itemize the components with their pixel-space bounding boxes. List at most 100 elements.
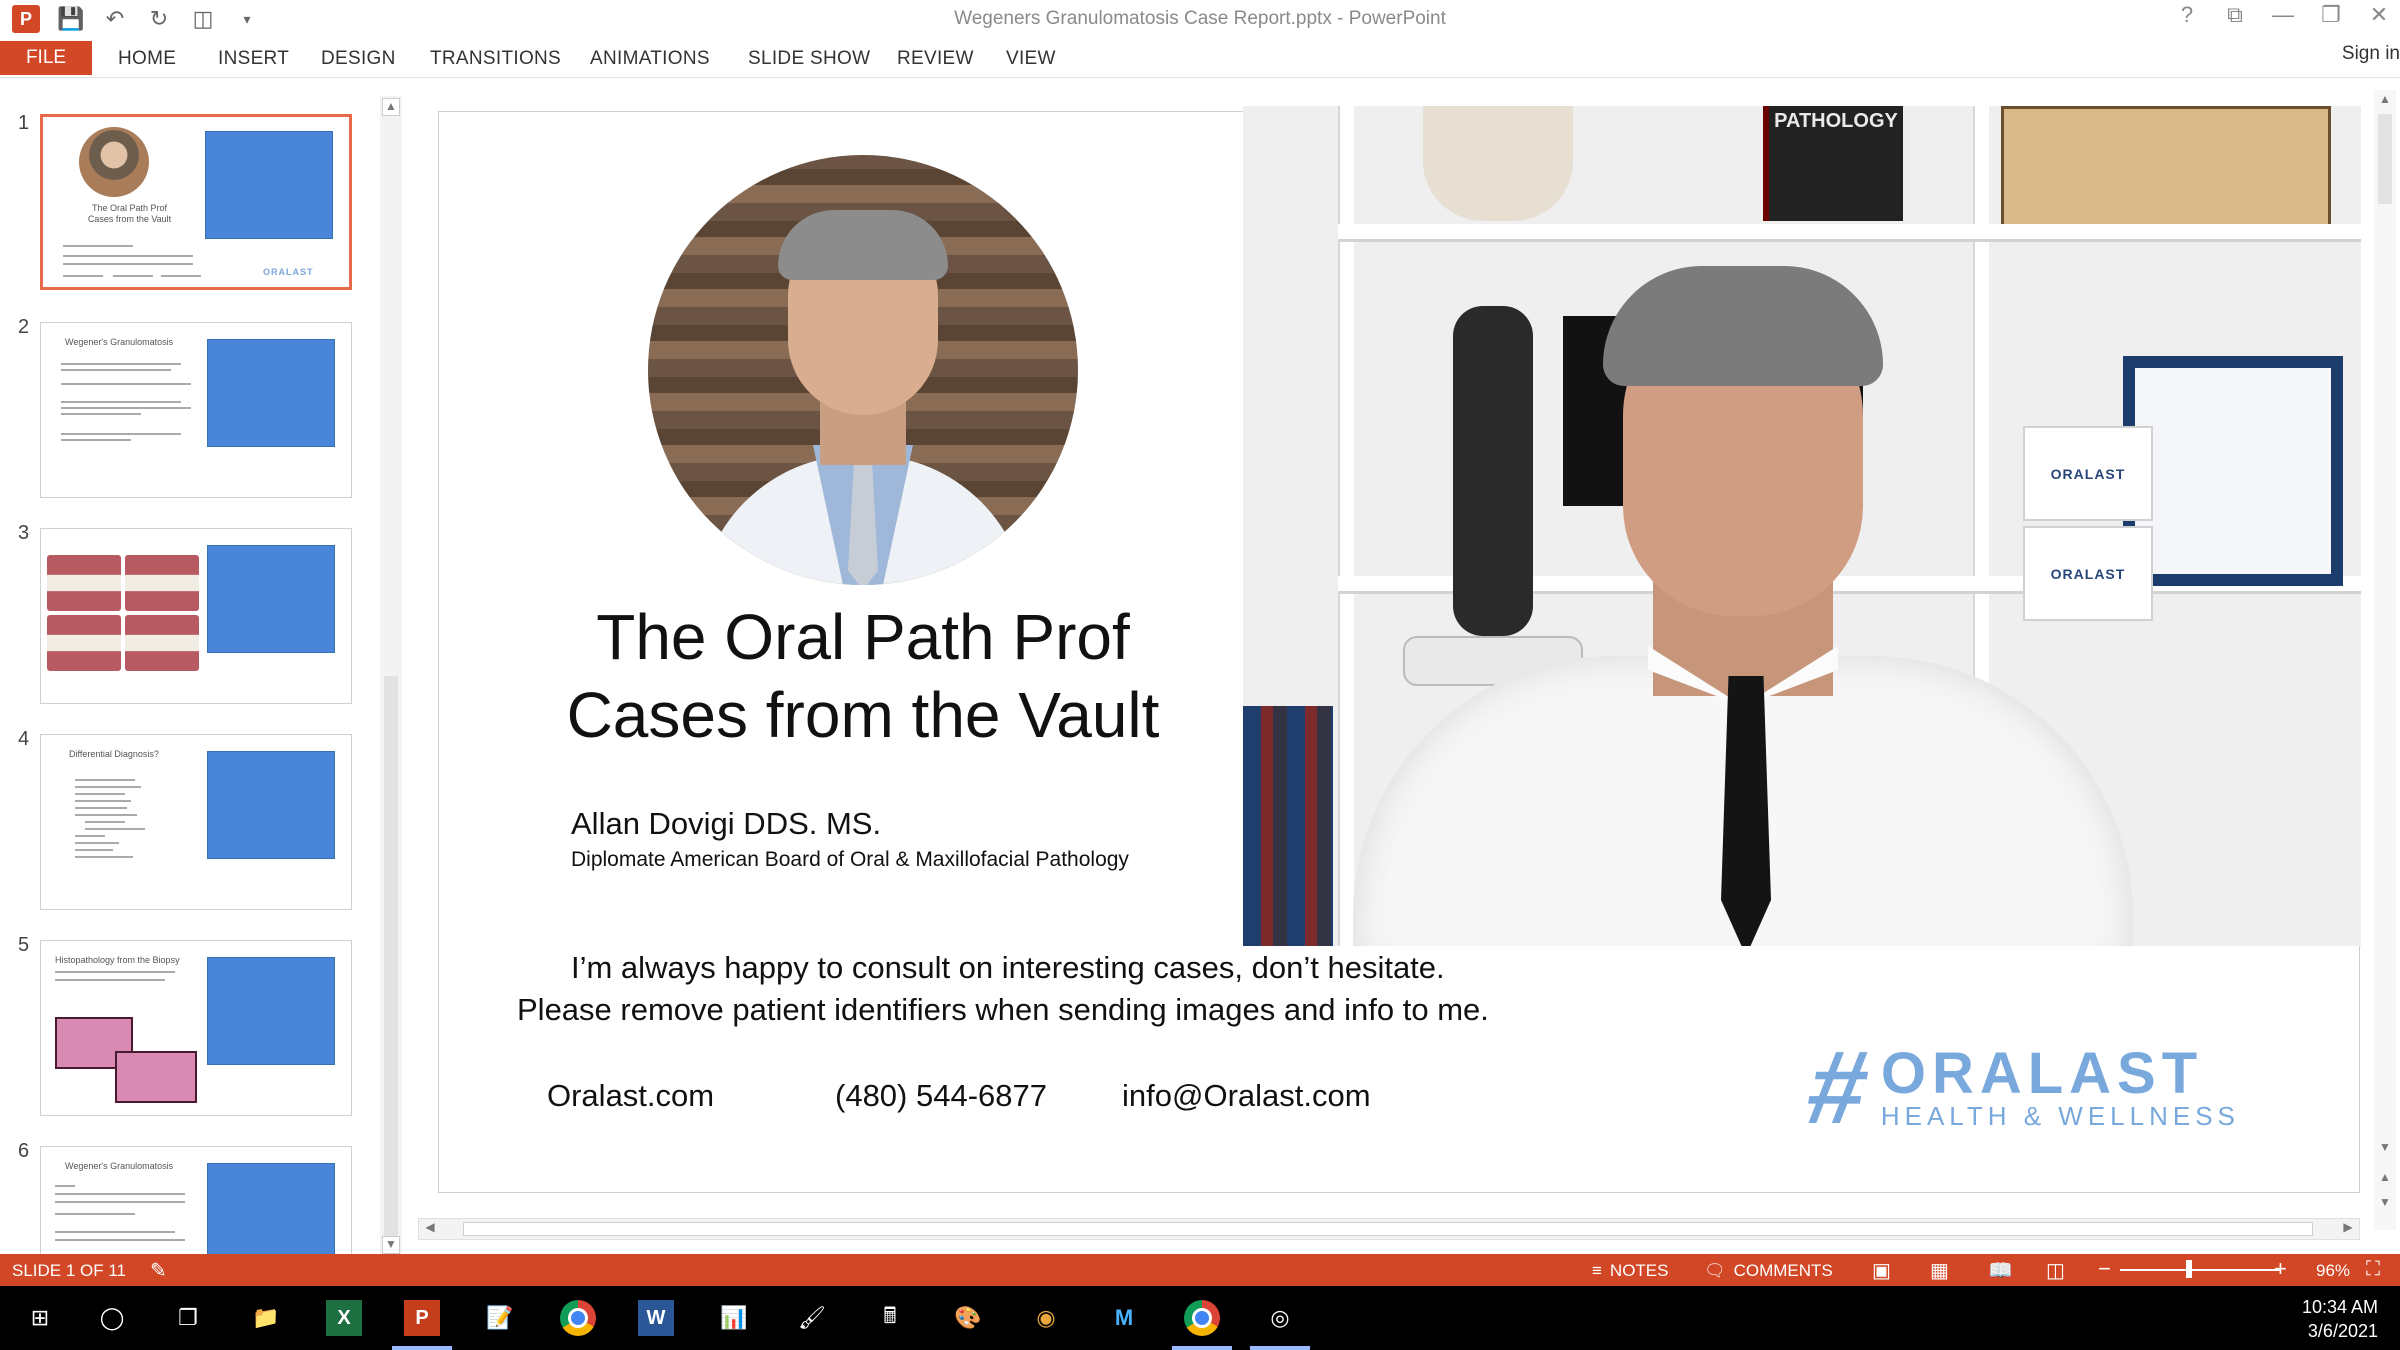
reading-view-icon[interactable]: 📖 <box>1988 1258 2013 1283</box>
color-wheel-icon[interactable]: ◉ <box>1028 1300 1064 1336</box>
zoom-in-icon[interactable]: + <box>2274 1256 2287 1282</box>
thumbnail-number: 2 <box>18 316 30 338</box>
presenter-credentials[interactable]: Diplomate American Board of Oral & Maxil… <box>571 848 1129 872</box>
scroll-down-arrow-icon[interactable]: ▼ <box>382 1236 400 1254</box>
zoom-slider-track[interactable] <box>2120 1269 2280 1271</box>
thumbnail-title: The Oral Path Prof Cases from the Vault <box>87 203 172 224</box>
excel-icon[interactable]: X <box>326 1300 362 1336</box>
slide-show-icon[interactable]: ◫ <box>2046 1258 2065 1283</box>
restore-icon[interactable]: ❐ <box>2320 2 2342 28</box>
spreadsheet-app-icon[interactable]: 📊 <box>716 1300 752 1336</box>
logo-name: ORALAST <box>1880 1041 2204 1106</box>
zoom-level[interactable]: 96% <box>2316 1261 2350 1281</box>
notes-app-icon[interactable]: 📝 <box>482 1300 518 1336</box>
slide-thumbnail-6[interactable]: Wegener's Granulomatosis <box>40 1146 352 1254</box>
scroll-up-arrow-icon[interactable]: ▲ <box>382 98 400 116</box>
scrollbar-thumb[interactable] <box>384 676 398 1254</box>
tab-animations[interactable]: ANIMATIONS <box>590 48 710 70</box>
scroll-down-arrow-icon[interactable]: ▼ <box>2376 1140 2394 1158</box>
contact-email[interactable]: info@Oralast.com <box>1122 1078 1371 1114</box>
chrome-profile-icon[interactable] <box>1184 1300 1220 1336</box>
slide-indicator[interactable]: SLIDE 1 OF 11 <box>12 1261 126 1281</box>
slide-thumbnail-4[interactable]: Differential Diagnosis? <box>40 734 352 910</box>
active-app-indicator <box>1172 1346 1232 1350</box>
tab-review[interactable]: REVIEW <box>897 48 974 70</box>
skull-model <box>1423 106 1573 221</box>
file-explorer-icon[interactable]: 📁 <box>248 1300 284 1336</box>
pathology-book: PATHOLOGY <box>1763 106 1903 221</box>
clock-time: 10:34 AM <box>2301 1297 2378 1317</box>
notes-button[interactable]: ≡ NOTES <box>1592 1261 1668 1281</box>
slide-sorter-icon[interactable]: ▦ <box>1930 1258 1949 1283</box>
slide-thumbnail-3[interactable] <box>40 528 352 704</box>
system-clock[interactable]: 10:34 AM 3/6/2021 <box>2302 1295 2378 1343</box>
contact-website[interactable]: Oralast.com <box>547 1078 714 1114</box>
vertical-scrollbar[interactable]: ▲ ▼ ▲ ▼ <box>2374 90 2396 1230</box>
tab-view[interactable]: VIEW <box>1006 48 1056 70</box>
zoom-out-icon[interactable]: − <box>2098 1256 2111 1282</box>
task-view-icon[interactable]: ❐ <box>170 1300 206 1336</box>
tab-design[interactable]: DESIGN <box>321 48 396 70</box>
powerpoint-icon[interactable]: P <box>404 1300 440 1336</box>
scrollbar-thumb[interactable] <box>2378 114 2392 204</box>
ribbon-display-options-icon[interactable]: ⧉ <box>2224 2 2246 28</box>
slide-thumbnail-2[interactable]: Wegener's Granulomatosis <box>40 322 352 498</box>
tab-insert[interactable]: INSERT <box>218 48 289 70</box>
search-icon[interactable]: ◯ <box>94 1300 130 1336</box>
scroll-right-arrow-icon[interactable]: ▶ <box>2339 1220 2357 1238</box>
thumbnail-placeholder <box>205 131 333 239</box>
tab-home[interactable]: HOME <box>118 48 176 70</box>
tab-transitions[interactable]: TRANSITIONS <box>430 48 561 70</box>
next-slide-icon[interactable]: ▼ <box>2376 1195 2394 1213</box>
help-icon[interactable]: ? <box>2176 2 2198 28</box>
thumbnail-heading: Histopathology from the Biopsy <box>55 955 180 965</box>
thumbnail-histology-image <box>115 1051 197 1103</box>
logo-subtitle: HEALTH & WELLNESS <box>1880 1101 2240 1131</box>
obs-icon[interactable]: ◎ <box>1262 1300 1298 1336</box>
thumbnail-placeholder <box>207 339 335 447</box>
hash-logo-icon: # <box>1798 1030 1878 1146</box>
contact-phone[interactable]: (480) 544-6877 <box>835 1078 1047 1114</box>
word-icon[interactable]: W <box>638 1300 674 1336</box>
comments-button[interactable]: 🗨 COMMENTS <box>1704 1261 1833 1281</box>
previous-slide-icon[interactable]: ▲ <box>2376 1170 2394 1188</box>
thumbnail-number: 1 <box>18 112 30 134</box>
paint-icon[interactable]: 🖌 <box>794 1300 830 1336</box>
scrollbar-thumb[interactable] <box>463 1222 2313 1236</box>
slide-thumbnail-5[interactable]: Histopathology from the Biopsy <box>40 940 352 1116</box>
spelling-check-icon[interactable]: ✎ <box>150 1258 167 1283</box>
tab-slide-show[interactable]: SLIDE SHOW <box>748 48 870 70</box>
minimize-icon[interactable]: — <box>2272 2 2294 28</box>
notes-label: NOTES <box>1609 1261 1669 1280</box>
slide-title-line2[interactable]: Cases from the Vault <box>439 678 1287 752</box>
thumbnail-heading: Wegener's Granulomatosis <box>65 1161 174 1171</box>
drawing-app-icon[interactable]: 🎨 <box>950 1300 986 1336</box>
scroll-up-arrow-icon[interactable]: ▲ <box>2376 92 2394 110</box>
tab-file[interactable]: FILE <box>0 41 92 75</box>
windows-taskbar: ⊞ ◯ ❐ 📁 X P 📝 W 📊 🖌 🖩 🎨 ◉ M ◎ 10:34 AM 3… <box>0 1286 2400 1350</box>
slide-thumbnail-1[interactable]: The Oral Path Prof Cases from the Vault … <box>40 114 352 290</box>
message-line2[interactable]: Please remove patient identifiers when s… <box>517 992 1489 1028</box>
message-line1[interactable]: I’m always happy to consult on interesti… <box>571 950 1445 986</box>
fit-slide-icon[interactable]: ⛶ <box>2366 1258 2380 1281</box>
presenter-name[interactable]: Allan Dovigi DDS. MS. <box>571 806 881 842</box>
active-app-indicator <box>1250 1346 1310 1350</box>
presenter-video <box>1353 256 2133 946</box>
chrome-icon[interactable] <box>560 1300 596 1336</box>
calculator-icon[interactable]: 🖩 <box>872 1300 908 1336</box>
clock-date: 3/6/2021 <box>2307 1321 2378 1341</box>
normal-view-icon[interactable]: ▣ <box>1872 1258 1891 1283</box>
zoom-slider-thumb[interactable] <box>2186 1260 2192 1278</box>
slide-title-line1[interactable]: The Oral Path Prof <box>439 600 1287 674</box>
sign-in-link[interactable]: Sign in <box>2342 43 2400 65</box>
app-m-icon[interactable]: M <box>1106 1300 1142 1336</box>
thumbnails-scrollbar[interactable]: ▲ ▼ <box>380 96 402 1254</box>
horizontal-scrollbar[interactable]: ◀ ▶ <box>418 1218 2360 1240</box>
wall-poster <box>2001 106 2331 231</box>
oralast-logo[interactable]: # ORALAST HEALTH & WELLNESS <box>1799 1030 2240 1146</box>
close-icon[interactable]: ✕ <box>2368 2 2390 28</box>
webcam-video-overlay[interactable]: PATHOLOGY ORALAST ORALAST <box>1243 106 2361 946</box>
windows-start-icon[interactable]: ⊞ <box>22 1300 58 1336</box>
presenter-headshot[interactable] <box>648 155 1078 585</box>
scroll-left-arrow-icon[interactable]: ◀ <box>421 1220 439 1238</box>
